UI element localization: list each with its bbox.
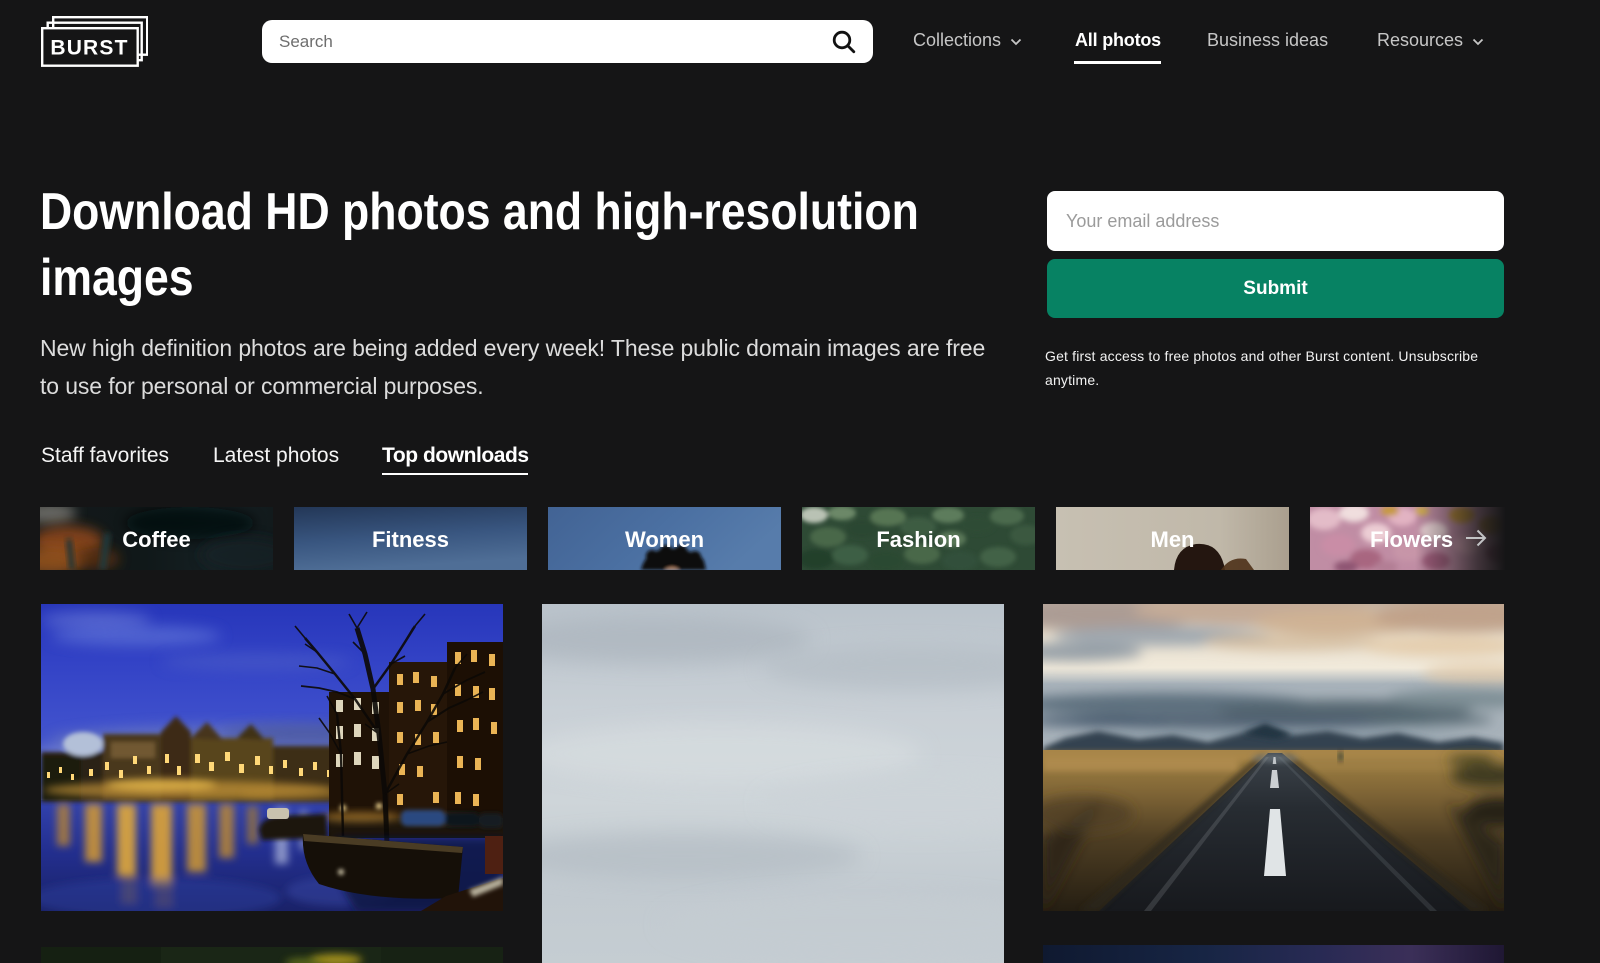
svg-text:BURST: BURST: [50, 37, 128, 60]
